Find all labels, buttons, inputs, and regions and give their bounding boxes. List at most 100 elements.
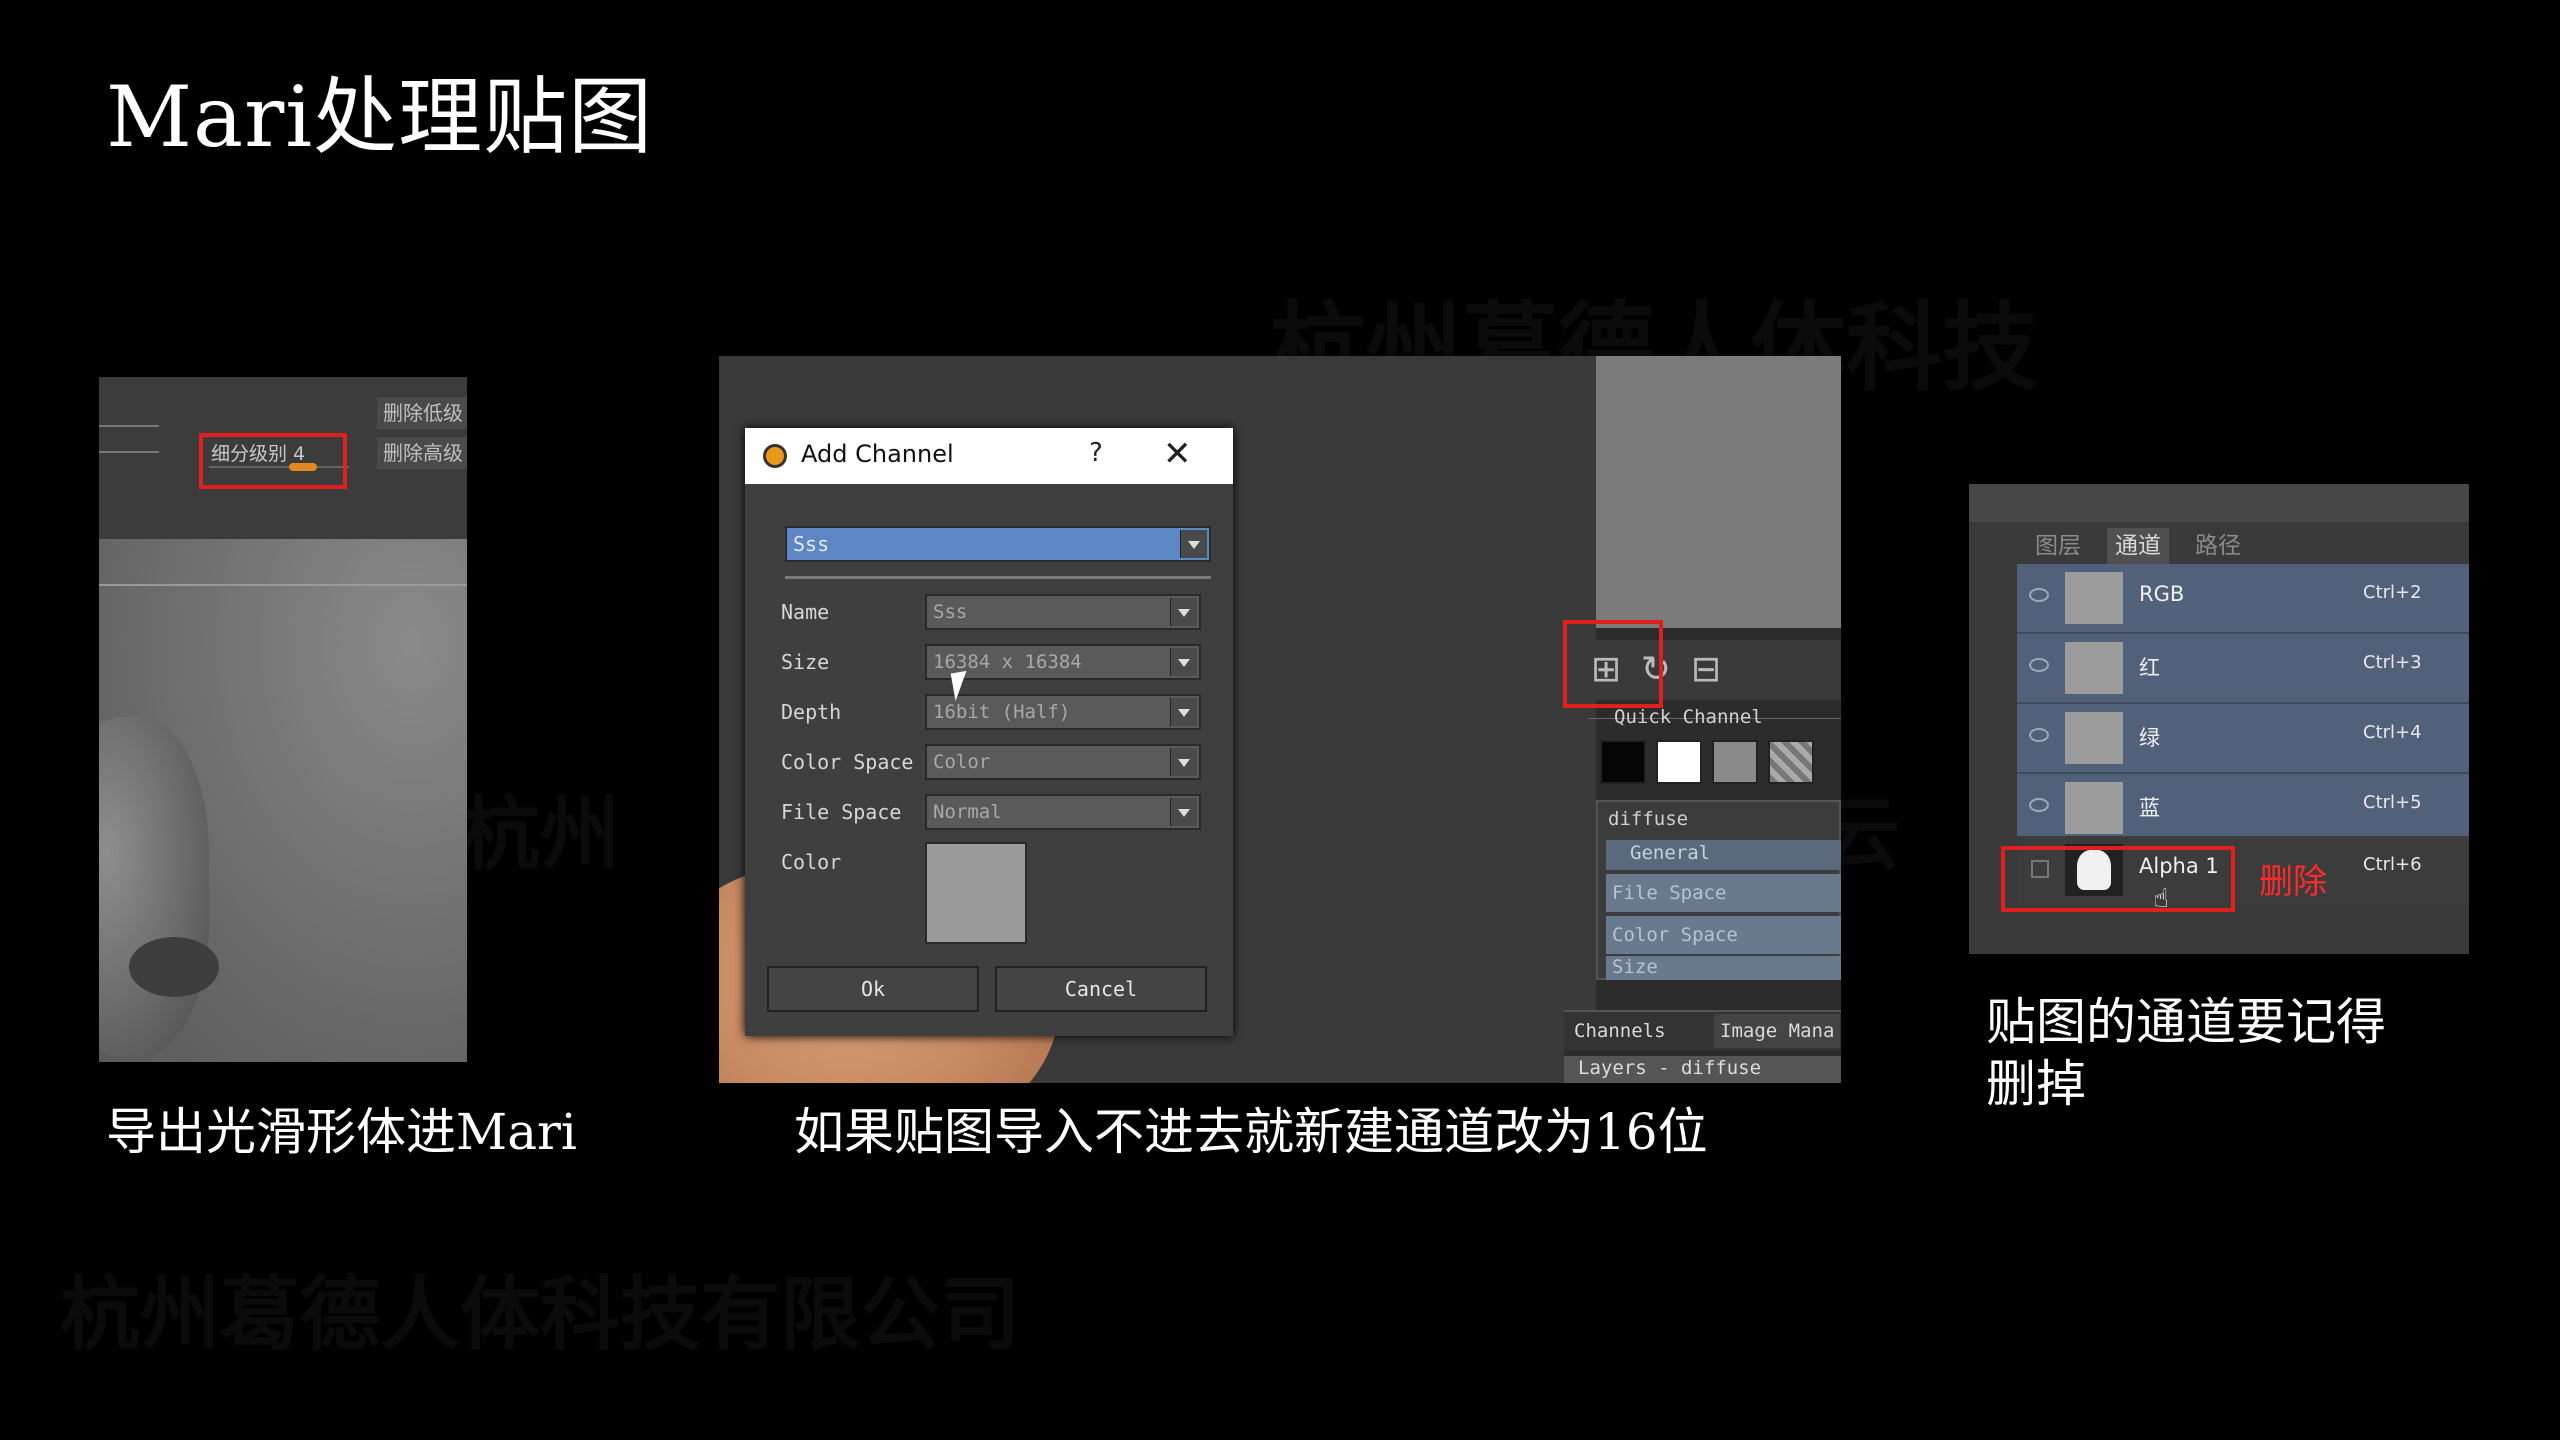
general-label: General: [1630, 842, 1711, 864]
quick-channel-gray[interactable]: [1712, 740, 1758, 784]
channel-preview: [1596, 356, 1841, 628]
name-field[interactable]: Sss: [925, 594, 1201, 630]
tab-channels[interactable]: 通道: [2107, 528, 2169, 564]
color-swatch[interactable]: [925, 842, 1027, 944]
channel-name: 红: [2139, 656, 2160, 680]
viewport-line: [99, 584, 467, 586]
color-label: Color: [781, 850, 842, 874]
mari-logo-icon: [763, 444, 787, 468]
divider: [785, 576, 1211, 579]
file-space-value: Normal: [933, 801, 1002, 823]
quick-channel-transparent[interactable]: [1768, 740, 1814, 784]
size-value: 16384 x 16384: [933, 651, 1082, 673]
property-label: File Space: [1612, 882, 1727, 904]
channel-row-rgb[interactable]: RGB Ctrl+2: [2017, 564, 2469, 634]
chevron-down-icon[interactable]: [1170, 798, 1197, 826]
channel-thumbnail: [2065, 572, 2123, 624]
quick-channel-white[interactable]: [1656, 740, 1702, 784]
name-value: Sss: [933, 601, 968, 623]
tab-paths[interactable]: 路径: [2187, 528, 2249, 564]
channel-row-red[interactable]: 红 Ctrl+3: [2017, 634, 2469, 704]
zbrush-toolbar: 细分级别 4 删除低级 删除高级: [99, 377, 467, 539]
ps-top-toolbar: [1969, 484, 2469, 522]
nose-shape: [99, 717, 209, 1057]
channel-shortcut: Ctrl+2: [2363, 582, 2422, 603]
caption-zbrush: 导出光滑形体进Mari: [106, 1103, 577, 1161]
color-space-value: Color: [933, 751, 991, 773]
channel-thumbnail: [2065, 712, 2123, 764]
mari-screenshot: Add Channel ? ✕ Sss Name Sss Size 16384 …: [719, 356, 1841, 1083]
property-label: Size: [1612, 956, 1658, 978]
depth-select[interactable]: 16bit (Half): [925, 694, 1201, 730]
property-row[interactable]: File Space: [1606, 874, 1841, 912]
ps-panel-tabs: 图层 通道 路径: [2017, 528, 2469, 564]
channel-preset-value: Sss: [793, 532, 830, 556]
caption-photoshop-line1: 贴图的通道要记得: [1986, 993, 2386, 1051]
quick-channel-label: Quick Channel: [1614, 706, 1763, 728]
channel-shortcut: Ctrl+6: [2363, 854, 2422, 875]
layers-header: Layers - diffuse: [1564, 1056, 1841, 1083]
delete-lower-button[interactable]: 删除低级: [377, 397, 467, 429]
watermark-bottom: 杭州葛德人体科技有限公司: [60, 1268, 1020, 1361]
channel-row-blue[interactable]: 蓝 Ctrl+5: [2017, 774, 2469, 844]
zbrush-screenshot: 细分级别 4 删除低级 删除高级: [99, 377, 467, 1062]
channel-name: RGB: [2139, 582, 2185, 606]
tab-channels[interactable]: Channels: [1574, 1014, 1666, 1048]
channel-row-green[interactable]: 绿 Ctrl+4: [2017, 704, 2469, 774]
close-button[interactable]: ✕: [1163, 434, 1192, 474]
diffuse-label: diffuse: [1608, 808, 1689, 830]
diffuse-properties: diffuse General File Space Color Space S…: [1596, 800, 1841, 980]
channel-name: 蓝: [2139, 796, 2160, 820]
name-label: Name: [781, 600, 830, 624]
highlight-box: [199, 433, 347, 489]
depth-value: 16bit (Half): [933, 701, 1071, 723]
channel-preset-select[interactable]: Sss: [785, 526, 1211, 562]
divider: [99, 425, 159, 427]
channel-shortcut: Ctrl+5: [2363, 792, 2422, 813]
chevron-down-icon[interactable]: [1170, 698, 1197, 726]
eye-icon[interactable]: [2029, 728, 2049, 742]
property-row[interactable]: Size: [1606, 956, 1841, 980]
layers-label: Layers - diffuse: [1578, 1057, 1762, 1079]
color-space-select[interactable]: Color: [925, 744, 1201, 780]
slide-title: Mari处理贴图: [106, 68, 654, 166]
delete-higher-button[interactable]: 删除高级: [377, 437, 467, 469]
eye-icon[interactable]: [2029, 658, 2049, 672]
color-space-label: Color Space: [781, 750, 914, 774]
caption-photoshop-line2: 删掉: [1986, 1055, 2086, 1113]
caption-mari: 如果贴图导入不进去就新建通道改为16位: [794, 1103, 1708, 1161]
channel-shortcut: Ctrl+3: [2363, 652, 2422, 673]
photoshop-channels-screenshot: 图层 通道 路径 RGB Ctrl+2 红 Ctrl+3 绿 Ctrl+4 蓝 …: [1969, 484, 2469, 954]
general-header[interactable]: General: [1606, 840, 1841, 870]
size-label: Size: [781, 650, 830, 674]
cancel-button[interactable]: Cancel: [995, 966, 1207, 1012]
highlight-box: [2001, 846, 2235, 912]
depth-label: Depth: [781, 700, 842, 724]
help-button[interactable]: ?: [1089, 438, 1103, 468]
hand-cursor-icon: ☝: [2153, 884, 2169, 914]
chevron-down-icon[interactable]: [1170, 598, 1197, 626]
chevron-down-icon[interactable]: [1180, 530, 1207, 558]
eye-icon[interactable]: [2029, 588, 2049, 602]
watermark-mid-left: 杭州: [460, 788, 620, 881]
eye-icon[interactable]: [2029, 798, 2049, 812]
add-channel-dialog: Add Channel ? ✕ Sss Name Sss Size 16384 …: [745, 428, 1233, 1036]
remove-channel-icon[interactable]: ⊟: [1686, 650, 1726, 690]
chevron-down-icon[interactable]: [1170, 748, 1197, 776]
chevron-down-icon[interactable]: [1170, 648, 1197, 676]
file-space-select[interactable]: Normal: [925, 794, 1201, 830]
dialog-titlebar: Add Channel ? ✕: [745, 428, 1233, 484]
panel-tabs: Channels Image Mana: [1564, 1010, 1841, 1050]
dialog-title: Add Channel: [801, 440, 954, 468]
channel-shortcut: Ctrl+4: [2363, 722, 2422, 743]
channel-name: 绿: [2139, 726, 2160, 750]
tab-image-manager[interactable]: Image Mana: [1714, 1014, 1841, 1048]
tab-layers[interactable]: 图层: [2027, 528, 2089, 564]
highlight-box: [1563, 620, 1663, 708]
ok-button[interactable]: Ok: [767, 966, 979, 1012]
mari-channels-panel: ⊞ ↻ ⊟ Quick Channel diffuse General File…: [1564, 356, 1841, 1083]
delete-annotation: 删除: [2259, 862, 2327, 902]
divider: [99, 451, 159, 453]
property-row[interactable]: Color Space: [1606, 916, 1841, 954]
quick-channel-black[interactable]: [1600, 740, 1646, 784]
